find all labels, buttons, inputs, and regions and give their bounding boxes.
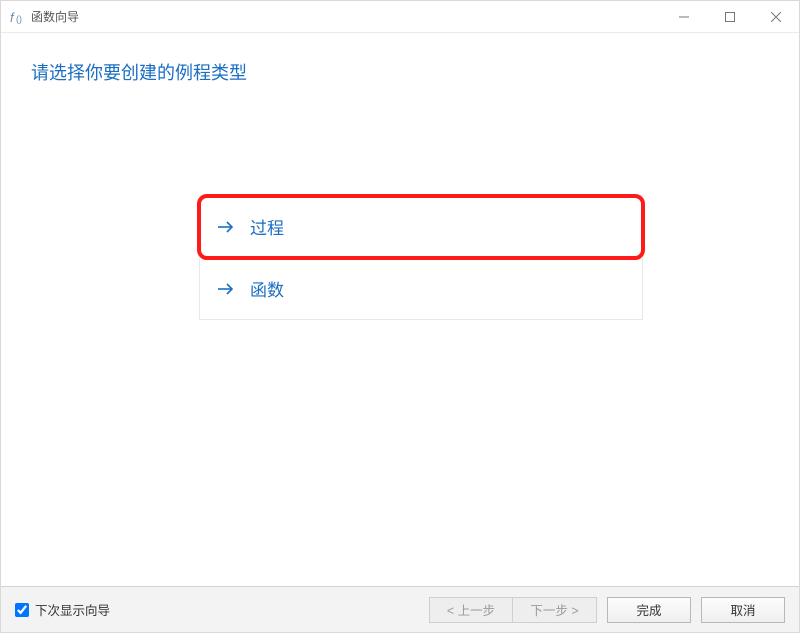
show-next-time-checkbox[interactable]: 下次显示向导 (15, 600, 110, 619)
svg-text:(): () (16, 14, 22, 24)
routine-type-list: 过程 函数 (199, 195, 643, 320)
option-label: 函数 (250, 276, 284, 301)
minimize-button[interactable] (661, 1, 707, 33)
app-icon: f () (9, 9, 25, 25)
finish-button[interactable]: 完成 (607, 597, 691, 623)
svg-text:f: f (10, 10, 15, 25)
nav-button-group: < 上一步 下一步 > (429, 597, 597, 623)
window-title: 函数向导 (31, 8, 79, 25)
titlebar: f () 函数向导 (1, 1, 799, 33)
arrow-right-icon (218, 282, 236, 296)
close-button[interactable] (753, 1, 799, 33)
page-heading: 请选择你要创建的例程类型 (31, 59, 769, 85)
checkbox-label: 下次显示向导 (35, 600, 110, 619)
maximize-button[interactable] (707, 1, 753, 33)
option-procedure[interactable]: 过程 (199, 196, 643, 258)
back-button: < 上一步 (429, 597, 513, 623)
wizard-content: 请选择你要创建的例程类型 过程 函数 (1, 33, 799, 586)
show-next-time-input[interactable] (15, 603, 29, 617)
wizard-footer: 下次显示向导 < 上一步 下一步 > 完成 取消 (1, 586, 799, 632)
cancel-button[interactable]: 取消 (701, 597, 785, 623)
next-button: 下一步 > (513, 597, 597, 623)
option-label: 过程 (250, 214, 284, 239)
arrow-right-icon (218, 220, 236, 234)
wizard-window: f () 函数向导 请选择你要创建的例程类型 过程 (0, 0, 800, 633)
option-function[interactable]: 函数 (199, 258, 643, 320)
